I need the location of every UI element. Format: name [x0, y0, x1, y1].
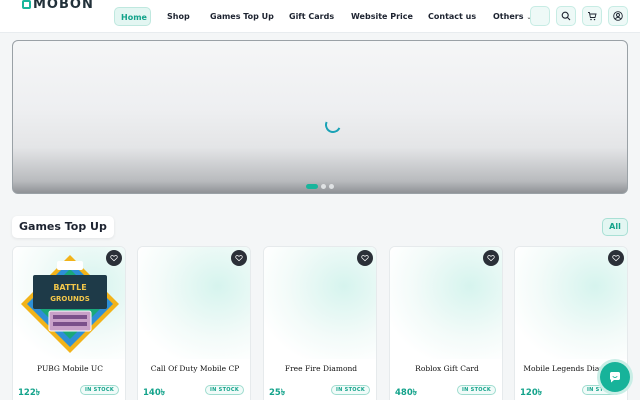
product-name: Free Fire Diamond [284, 364, 358, 373]
nav-shop[interactable]: Shop [167, 7, 190, 26]
heart-icon [235, 255, 243, 262]
hero-banner[interactable] [12, 40, 628, 194]
blank-icon-button[interactable] [530, 6, 550, 26]
section-title: Games Top Up [12, 216, 114, 238]
product-name: Roblox Gift Card [415, 364, 479, 373]
product-price: 480৳ [395, 388, 417, 398]
loading-spinner-icon [322, 114, 344, 136]
stock-badge: IN STOCK [331, 385, 370, 395]
carousel-dots [306, 184, 334, 189]
cart-button[interactable] [582, 6, 602, 26]
product-card-free-fire[interactable]: Free Fire Diamond 25৳ IN STOCK [263, 246, 377, 400]
nav-games-top-up[interactable]: Games Top Up [210, 7, 274, 26]
heart-icon [487, 255, 495, 262]
nav-website-price[interactable]: Website Price [351, 7, 413, 26]
top-navbar: MOBON Home Shop Games Top Up Gift Cards … [0, 0, 640, 33]
nav-others-label: Others [493, 12, 524, 21]
heart-icon [612, 255, 620, 262]
logo-text: MOBON [33, 0, 94, 12]
search-button[interactable] [556, 6, 576, 26]
view-all-button[interactable]: All [602, 218, 628, 236]
carousel-dot-2[interactable] [321, 184, 326, 189]
heart-icon [110, 255, 118, 262]
product-name: Call Of Duty Mobile CP [150, 364, 240, 373]
favorite-button[interactable] [106, 250, 122, 266]
nav-gift-cards[interactable]: Gift Cards [289, 7, 334, 26]
product-price: 25৳ [269, 388, 286, 398]
product-price: 122৳ [18, 388, 40, 398]
heart-icon [361, 255, 369, 262]
pubg-artwork-icon: BATTLE GROUNDS [21, 255, 119, 353]
favorite-button[interactable] [357, 250, 373, 266]
chat-button[interactable] [600, 362, 630, 392]
nav-contact-us[interactable]: Contact us [428, 7, 476, 26]
stock-badge: IN STOCK [80, 385, 119, 395]
search-icon [561, 11, 571, 21]
product-card-roblox[interactable]: Roblox Gift Card 480৳ IN STOCK [389, 246, 503, 400]
favorite-button[interactable] [483, 250, 499, 266]
user-button[interactable] [608, 6, 628, 26]
stock-badge: IN STOCK [205, 385, 244, 395]
stock-badge: IN STOCK [457, 385, 496, 395]
svg-text:BATTLE: BATTLE [53, 283, 86, 292]
favorite-button[interactable] [608, 250, 624, 266]
logo-mark-icon [22, 0, 31, 9]
favorite-button[interactable] [231, 250, 247, 266]
chat-bubble-icon [610, 372, 620, 383]
carousel-dot-3[interactable] [329, 184, 334, 189]
product-card-pubg[interactable]: BATTLE GROUNDS PUBG Mobile UC 122৳ IN ST… [12, 246, 126, 400]
svg-text:GROUNDS: GROUNDS [50, 295, 89, 303]
carousel-dot-1[interactable] [306, 184, 318, 189]
product-price: 140৳ [143, 388, 165, 398]
product-card-cod[interactable]: Call Of Duty Mobile CP 140৳ IN STOCK [137, 246, 251, 400]
nav-home[interactable]: Home [114, 7, 151, 26]
product-name: PUBG Mobile UC [37, 364, 103, 373]
cart-icon [588, 12, 597, 21]
site-logo[interactable]: MOBON [22, 0, 94, 12]
nav-others[interactable]: Others ⌄ [493, 7, 531, 26]
product-price: 120৳ [520, 388, 542, 398]
user-icon [613, 11, 623, 21]
